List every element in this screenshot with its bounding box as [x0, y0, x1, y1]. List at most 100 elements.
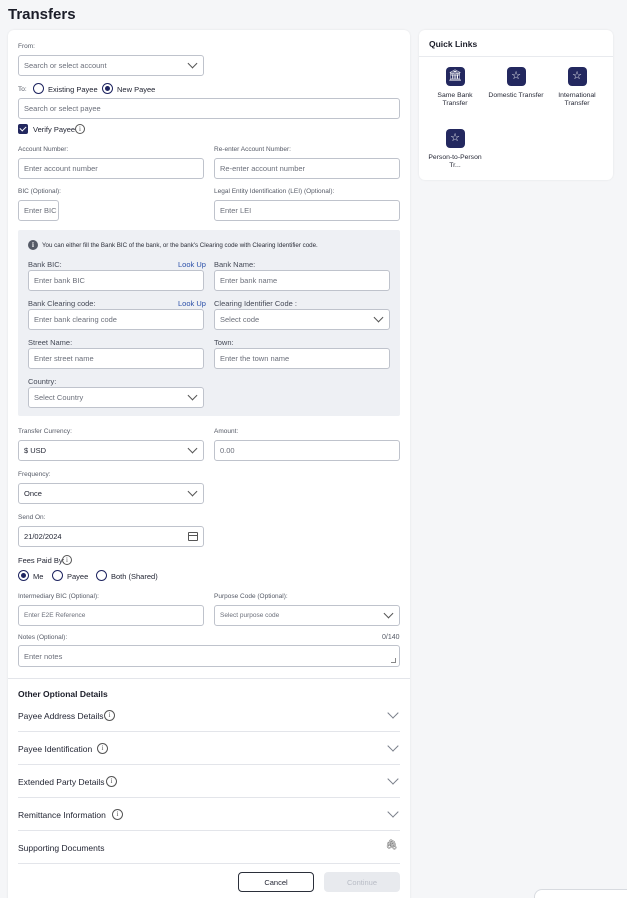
existing-payee-radio[interactable] — [33, 83, 44, 94]
payee-search-input[interactable]: Search or select payee — [18, 98, 400, 119]
chevron-down-icon — [387, 740, 399, 752]
accordion-label: Extended Party Details — [18, 777, 105, 787]
from-account-placeholder: Search or select account — [24, 61, 107, 70]
clearing-code-lookup-link[interactable]: Look Up — [178, 299, 206, 308]
chevron-down-icon — [187, 443, 198, 454]
street-input[interactable]: Enter street name — [28, 348, 204, 369]
fees-label: Fees Paid By: — [18, 556, 65, 565]
street-placeholder: Enter street name — [34, 354, 94, 363]
notes-textarea[interactable]: Enter notes — [18, 645, 400, 667]
quick-link-label: Same Bank Transfer — [437, 92, 473, 107]
purpose-code-select[interactable]: Select purpose code — [214, 605, 400, 626]
info-icon[interactable]: i — [112, 809, 123, 820]
street-label: Street Name: — [28, 338, 73, 347]
account-number-placeholder: Enter account number — [24, 164, 98, 173]
accordion-label: Payee Address Details — [18, 711, 104, 721]
town-input[interactable]: Enter the town name — [214, 348, 390, 369]
existing-payee-label: Existing Payee — [48, 85, 98, 94]
continue-button[interactable]: Continue — [324, 872, 400, 892]
quick-link-same-bank[interactable]: 🏛︎ Same Bank Transfer — [426, 67, 484, 108]
purpose-code-label: Purpose Code (Optional): — [214, 593, 288, 600]
quick-link-international[interactable]: ☆ International Transfer — [548, 67, 606, 108]
bank-details-panel: i You can either fill the Bank BIC of th… — [18, 230, 400, 416]
info-icon[interactable]: i — [106, 776, 117, 787]
country-label: Country: — [28, 377, 57, 386]
notes-label: Notes (Optional): — [18, 634, 68, 641]
reenter-account-label: Re-enter Account Number: — [214, 146, 291, 153]
supporting-documents-row[interactable]: Supporting Documents 🖇 — [18, 831, 400, 864]
accordion-label: Payee Identification — [18, 744, 93, 754]
chevron-down-icon — [387, 806, 399, 818]
new-payee-radio[interactable] — [102, 83, 113, 94]
info-icon[interactable]: i — [104, 710, 115, 721]
supporting-documents-label: Supporting Documents — [18, 843, 105, 853]
frequency-select[interactable]: Once — [18, 483, 204, 504]
bank-bic-lookup-link[interactable]: Look Up — [178, 260, 206, 269]
to-label: To: — [18, 86, 27, 93]
chevron-down-icon — [383, 608, 394, 619]
quick-link-domestic[interactable]: ☆ Domestic Transfer — [487, 67, 545, 100]
from-label: From: — [18, 43, 35, 50]
info-icon[interactable]: i — [62, 555, 72, 565]
quick-link-label: Person-to-Person Tr... — [428, 154, 482, 169]
paperclip-icon[interactable]: 🖇 — [385, 840, 398, 851]
chevron-down-icon — [387, 773, 399, 785]
divider — [8, 678, 410, 679]
chevron-down-icon — [373, 312, 384, 323]
fees-me-radio[interactable] — [18, 570, 29, 581]
verify-payee-checkbox[interactable] — [18, 124, 28, 134]
lei-label: Legal Entity Identification (LEI) (Optio… — [214, 188, 335, 195]
account-number-input[interactable]: Enter account number — [18, 158, 204, 179]
country-select[interactable]: Select Country — [28, 387, 204, 408]
transfer-form: From: Search or select account To: Exist… — [8, 30, 410, 898]
new-payee-label: New Payee — [117, 85, 156, 94]
amount-input[interactable]: 0.00 — [214, 440, 400, 461]
purpose-code-placeholder: Select purpose code — [220, 612, 280, 619]
from-account-select[interactable]: Search or select account — [18, 55, 204, 76]
lei-input[interactable]: Enter LEI — [214, 200, 400, 221]
accordion-payee-identification[interactable]: Payee Identification i — [18, 732, 400, 765]
fees-payee-label: Payee — [67, 572, 89, 581]
clearing-identifier-placeholder: Select code — [220, 315, 260, 324]
reenter-account-input[interactable]: Re-enter account number — [214, 158, 400, 179]
currency-value: $ USD — [24, 446, 47, 455]
resize-handle-icon[interactable] — [391, 658, 396, 663]
info-icon[interactable]: i — [97, 743, 108, 754]
chevron-down-icon — [187, 486, 198, 497]
accordion-extended-party[interactable]: Extended Party Details i — [18, 765, 400, 798]
cancel-button[interactable]: Cancel — [238, 872, 314, 892]
amount-placeholder: 0.00 — [220, 446, 235, 455]
clearing-identifier-select[interactable]: Select code — [214, 309, 390, 330]
send-on-label: Send On: — [18, 514, 46, 521]
frequency-label: Frequency: — [18, 471, 51, 478]
send-on-value: 21/02/2024 — [24, 532, 62, 541]
country-placeholder: Select Country — [34, 393, 84, 402]
info-icon[interactable]: i — [75, 124, 85, 134]
bank-bic-label: Bank BIC: — [28, 260, 62, 269]
quick-links-title: Quick Links — [429, 39, 478, 49]
bank-name-input[interactable]: Enter bank name — [214, 270, 390, 291]
account-number-label: Account Number: — [18, 146, 69, 153]
bank-bic-input[interactable]: Enter bank BIC — [28, 270, 204, 291]
chevron-down-icon — [187, 390, 198, 401]
intermediary-bic-input[interactable]: Enter E2E Reference — [18, 605, 204, 626]
floating-widget-edge — [534, 889, 627, 898]
amount-label: Amount: — [214, 428, 239, 435]
clearing-code-input[interactable]: Enter bank clearing code — [28, 309, 204, 330]
bic-label: BIC (Optional): — [18, 188, 61, 195]
bank-name-placeholder: Enter bank name — [220, 276, 278, 285]
other-details-title: Other Optional Details — [18, 689, 108, 699]
bic-input[interactable]: Enter BIC — [18, 200, 59, 221]
intermediary-bic-placeholder: Enter E2E Reference — [24, 612, 86, 619]
fees-payee-radio[interactable] — [52, 570, 63, 581]
fees-shared-label: Both (Shared) — [111, 572, 158, 581]
send-on-date-input[interactable]: 21/02/2024 — [18, 526, 204, 547]
quick-link-person-to-person[interactable]: ☆ Person-to-Person Tr... — [426, 129, 484, 170]
accordion-remittance[interactable]: Remittance Information i — [18, 798, 400, 831]
town-label: Town: — [214, 338, 234, 347]
currency-select[interactable]: $ USD — [18, 440, 204, 461]
fees-shared-radio[interactable] — [96, 570, 107, 581]
calendar-icon[interactable] — [188, 532, 198, 541]
info-icon: i — [28, 240, 38, 250]
accordion-payee-address[interactable]: Payee Address Details i — [18, 699, 400, 732]
